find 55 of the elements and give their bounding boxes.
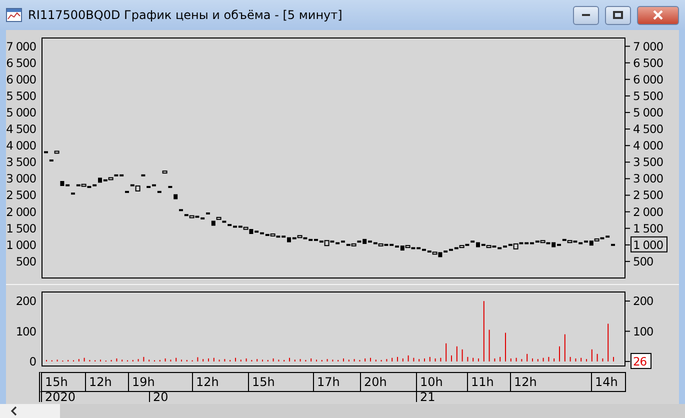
maximize-button[interactable] (605, 6, 631, 24)
axis-label: 3 500 (633, 155, 663, 170)
time-axis-label: 14h (591, 373, 625, 391)
axis-label: 1 000 (6, 238, 36, 252)
time-axis-label: 12h (510, 373, 591, 391)
close-icon (653, 10, 663, 20)
axis-label: 5 500 (633, 88, 663, 103)
time-axis-label: 19h (128, 373, 192, 391)
axis-label: 4 500 (633, 122, 663, 136)
axis-label: 2 000 (6, 204, 36, 219)
axis-label: 500 (633, 254, 654, 268)
axis-label: 7 000 (6, 39, 36, 54)
axis-label: 200 (633, 294, 654, 308)
maximize-icon (613, 11, 623, 19)
axis-label: 5 000 (633, 105, 663, 120)
axis-label: 6 500 (633, 56, 663, 70)
axis-label: 5 500 (6, 88, 36, 103)
axis-label: 2 000 (633, 204, 663, 219)
time-axis-label: 20h (360, 373, 416, 391)
time-axis-label: 12h (85, 373, 128, 391)
date-axis-label: 2020 (44, 392, 77, 402)
axis-label: 2 500 (6, 188, 36, 202)
time-axis-label: 12h (192, 373, 248, 391)
axis-label: 1 500 (6, 221, 36, 236)
axis-label: 4 500 (6, 122, 36, 136)
axis-label: 200 (16, 294, 36, 308)
axis-label: 4 000 (633, 138, 663, 153)
current-value-label: 26 (630, 352, 652, 369)
axis-label: 500 (16, 254, 36, 268)
axis-label: 100 (633, 324, 654, 338)
axis-label: 2 500 (633, 188, 663, 202)
axis-label: 6 000 (633, 72, 663, 86)
current-value-label: 1 000 (630, 236, 668, 252)
time-axis-label: 11h (467, 373, 510, 391)
time-axis-label: 10h (416, 373, 467, 391)
time-axis-label: 17h (313, 373, 360, 391)
axis-label: 3 000 (633, 172, 663, 186)
axis-label: 3 500 (6, 155, 36, 170)
axis-label: 6 500 (6, 56, 36, 70)
axis-label: 0 (29, 354, 36, 368)
minimize-icon (582, 14, 590, 16)
time-axis-label: 15h (44, 374, 69, 391)
window-title: RI117500BQ0D График цены и объёма - [5 минут] (28, 8, 344, 22)
axis-label: 3 000 (6, 172, 36, 186)
time-axis-label: 15h (248, 373, 313, 391)
minimize-button[interactable] (573, 6, 599, 24)
axis-label: 1 500 (633, 221, 663, 236)
axis-label: 4 000 (6, 138, 36, 153)
close-button[interactable] (637, 6, 679, 24)
axis-label: 100 (16, 324, 36, 338)
axis-label: 7 000 (633, 39, 663, 54)
chart-app-icon (6, 8, 22, 22)
axis-ticks (624, 300, 630, 362)
axis-label: 6 000 (6, 72, 36, 86)
axis-label: 5 000 (6, 105, 36, 120)
